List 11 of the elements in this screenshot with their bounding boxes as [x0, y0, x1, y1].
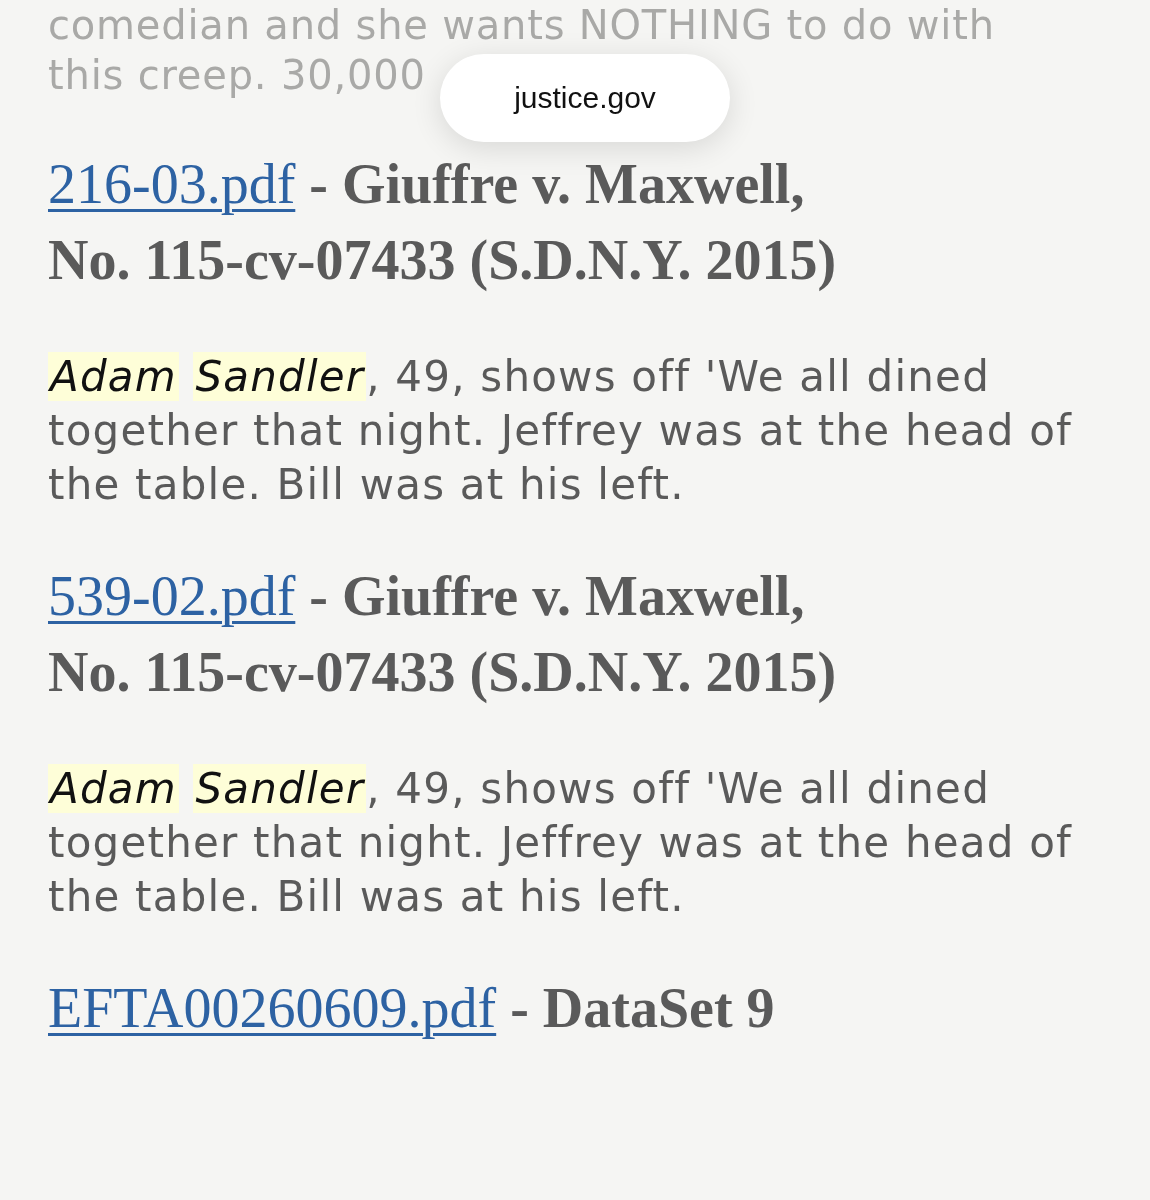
result-snippet: Adam Sandler, 49, shows off 'We all dined together that night. Jeffrey was at the head of the table. Bill was at his left. [48, 763, 1074, 923]
pdf-link[interactable]: 539-02.pdf [48, 565, 296, 627]
result-snippet: Adam Sandler, 49, shows off 'We all dined together that night. Jeffrey was at the head of the table. Bill was at his left. [48, 351, 1074, 511]
result-title: 539-02.pdf - Giuffre v. Maxwell, No. 115-cv-07433 (S.D.N.Y. 2015) [48, 564, 838, 705]
snippet-line: comedian and she wants NOTHING to do with [48, 1, 995, 50]
result-title: EFTA00260609.pdf - DataSet 9 [48, 976, 776, 1041]
url-pill[interactable]: justice.gov [440, 54, 730, 142]
snippet-line: this creep. 30,000 [48, 51, 426, 100]
pdf-link[interactable]: 216-03.pdf [48, 153, 296, 215]
pdf-link[interactable]: EFTA00260609.pdf [48, 977, 497, 1039]
result-title: 216-03.pdf - Giuffre v. Maxwell, No. 115-cv-07433 (S.D.N.Y. 2015) [48, 152, 838, 293]
